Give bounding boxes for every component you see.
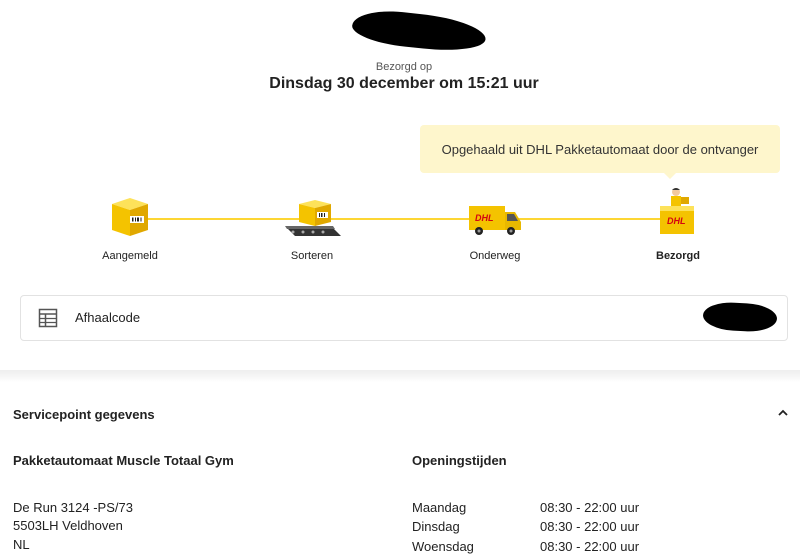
hours-time: 08:30 - 22:00 uur (540, 519, 640, 534)
pickup-code-label: Afhaalcode (75, 310, 141, 325)
step-delivered: DHL Bezorgd (623, 188, 733, 262)
status-tooltip-text: Opgehaald uit DHL Pakketautomaat door de… (441, 141, 759, 157)
delivered-label: Bezorgd op (375, 61, 433, 73)
svg-text:DHL: DHL (475, 213, 494, 223)
hours-time: 08:30 - 22:00 uur (540, 539, 640, 554)
redacted-tracking-number (350, 7, 488, 55)
hours-day: Woensdag (412, 539, 474, 554)
hours-day: Maandag (412, 500, 467, 515)
step-in-transit: DHL Onderweg (440, 192, 550, 262)
delivered-date: Dinsdag 30 december om 15:21 uur (269, 75, 539, 92)
delivered-courier-icon: DHL (660, 188, 694, 234)
address-line-postcode: 5503LH Veldhoven (13, 518, 123, 533)
opening-hours-title: Openingstijden (412, 453, 507, 468)
delivery-van-icon: DHL (469, 206, 521, 235)
status-tooltip: Opgehaald uit DHL Pakketautomaat door de… (420, 125, 780, 173)
hours-time: 08:30 - 22:00 uur (540, 500, 640, 515)
step-label-in-transit: Onderweg (469, 250, 521, 262)
opening-hours-row: Dinsdag 08:30 - 22:00 uur (412, 519, 792, 535)
chevron-up-icon[interactable] (777, 407, 789, 419)
step-registered: Aangemeld (75, 192, 185, 262)
address-line-street: De Run 3124 -PS/73 (13, 500, 133, 515)
servicepoint-section-title: Servicepoint gegevens (13, 407, 155, 422)
step-label-registered: Aangemeld (102, 250, 158, 262)
opening-hours-row: Maandag 08:30 - 22:00 uur (412, 500, 792, 516)
pickup-code-box[interactable]: Afhaalcode (20, 295, 788, 341)
hours-day: Dinsdag (412, 519, 460, 534)
servicepoint-name: Pakketautomaat Muscle Totaal Gym (13, 453, 234, 468)
progress-track-line (130, 218, 678, 220)
address-line-country: NL (13, 537, 30, 552)
svg-text:DHL: DHL (667, 216, 686, 226)
opening-hours-row: Woensdag 08:30 - 22:00 uur (412, 539, 792, 555)
package-registered-icon (112, 198, 148, 236)
step-label-sorting: Sorteren (290, 250, 334, 262)
tooltip-arrow (662, 171, 678, 179)
step-label-delivered: Bezorgd (656, 250, 700, 262)
grid-table-icon (38, 308, 58, 328)
section-divider (0, 370, 800, 382)
step-sorting: Sorteren (257, 192, 367, 262)
sorting-conveyor-icon (285, 200, 341, 236)
